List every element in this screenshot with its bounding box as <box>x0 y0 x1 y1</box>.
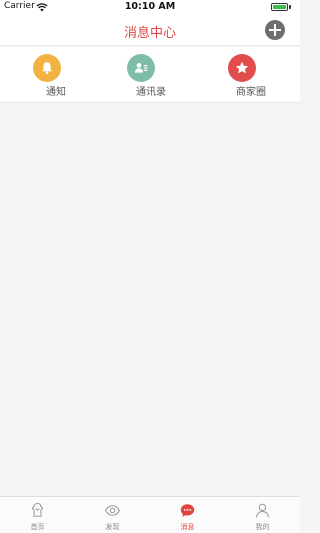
tab-bar: 首页 发现 消息 我的 <box>0 496 300 533</box>
clock: 10:10 AM <box>124 1 176 12</box>
category-label: 通知 <box>46 87 66 98</box>
message-center-screen: Carrier 10:10 AM 消息中心 通知 通讯录 商家圈 首页 发现 消… <box>0 0 300 533</box>
tab-discover[interactable]: 发现 <box>75 497 150 533</box>
tab-home[interactable]: 首页 <box>0 497 75 533</box>
contacts-card-icon <box>127 54 155 82</box>
tab-label: 我的 <box>255 523 270 531</box>
category-label: 通讯录 <box>136 87 166 98</box>
tab-label: 消息 <box>180 523 195 531</box>
chat-bubble-icon <box>180 504 195 517</box>
tab-label: 发现 <box>105 523 120 531</box>
home-icon <box>31 503 44 517</box>
star-icon <box>228 54 256 82</box>
bell-icon <box>33 54 61 82</box>
tab-messages[interactable]: 消息 <box>150 497 225 533</box>
category-merchant-circle[interactable]: 商家圈 <box>225 47 285 103</box>
status-bar: Carrier 10:10 AM <box>0 0 300 14</box>
category-contacts[interactable]: 通讯录 <box>125 47 185 103</box>
tab-label: 首页 <box>30 523 45 531</box>
battery-level <box>273 5 286 9</box>
tab-mine[interactable]: 我的 <box>225 497 300 533</box>
category-notifications[interactable]: 通知 <box>30 47 90 103</box>
add-button[interactable] <box>265 20 285 40</box>
eye-icon <box>104 505 121 516</box>
battery-tip <box>289 5 291 9</box>
message-list[interactable] <box>0 104 300 496</box>
battery-icon <box>271 3 288 11</box>
page-title: 消息中心 <box>123 26 176 41</box>
person-icon <box>256 503 269 518</box>
category-shortcuts: 通知 通讯录 商家圈 <box>0 47 300 103</box>
category-label: 商家圈 <box>236 87 266 98</box>
navigation-bar: 消息中心 <box>0 14 300 46</box>
